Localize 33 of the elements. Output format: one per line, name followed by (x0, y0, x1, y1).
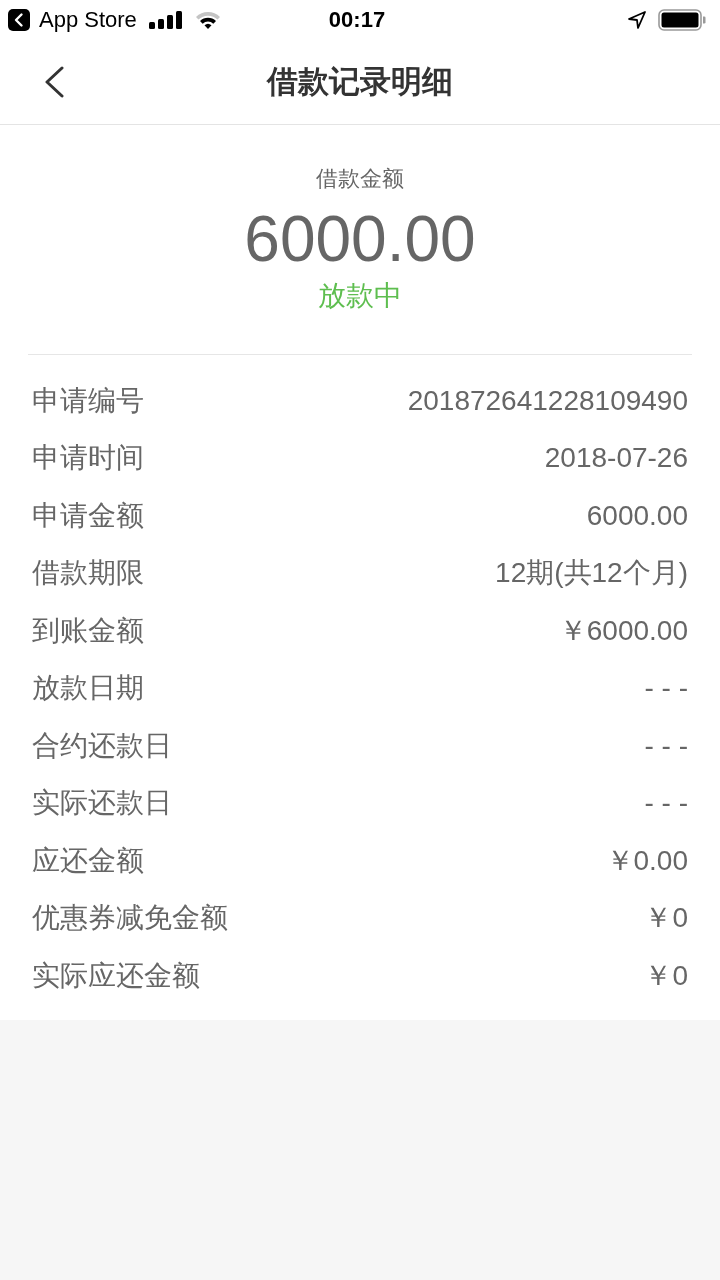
signal-icon (148, 11, 182, 29)
detail-value: ￥0 (644, 958, 688, 993)
loan-amount: 6000.00 (244, 204, 476, 274)
detail-value: ￥6000.00 (558, 613, 688, 648)
clock-time: 00:17 (328, 7, 386, 33)
page-title: 借款记录明细 (265, 63, 454, 101)
detail-label: 合约还款日 (32, 728, 172, 763)
detail-label: 借款期限 (32, 556, 144, 591)
detail-label: 实际应还金额 (32, 958, 200, 993)
detail-label: 申请时间 (32, 441, 144, 476)
location-arrow-icon (628, 11, 646, 29)
battery-icon (658, 9, 706, 31)
detail-value: ￥0 (644, 901, 688, 936)
detail-label: 优惠券减免金额 (32, 901, 228, 936)
detail-value: 12期(共12个月) (495, 556, 688, 591)
back-to-app-link[interactable]: App Store (39, 7, 137, 33)
detail-value: - - - (644, 729, 688, 762)
wifi-icon (194, 11, 221, 29)
loan-status: 放款中 (318, 279, 402, 313)
detail-label: 到账金额 (32, 613, 144, 648)
detail-value: 6000.00 (586, 499, 688, 532)
detail-value: - - - (644, 787, 688, 820)
loan-amount-label: 借款金额 (316, 165, 404, 193)
detail-label: 应还金额 (32, 843, 144, 878)
detail-value: - - - (644, 672, 688, 705)
detail-label: 申请金额 (32, 498, 144, 533)
detail-value: 201872641228109490 (407, 384, 688, 417)
detail-value: 2018-07-26 (544, 442, 688, 475)
detail-value: ￥0.00 (605, 843, 688, 878)
detail-label: 放款日期 (32, 671, 144, 706)
back-chevron-icon (43, 66, 65, 98)
detail-label: 申请编号 (32, 383, 144, 418)
detail-label: 实际还款日 (32, 786, 172, 821)
